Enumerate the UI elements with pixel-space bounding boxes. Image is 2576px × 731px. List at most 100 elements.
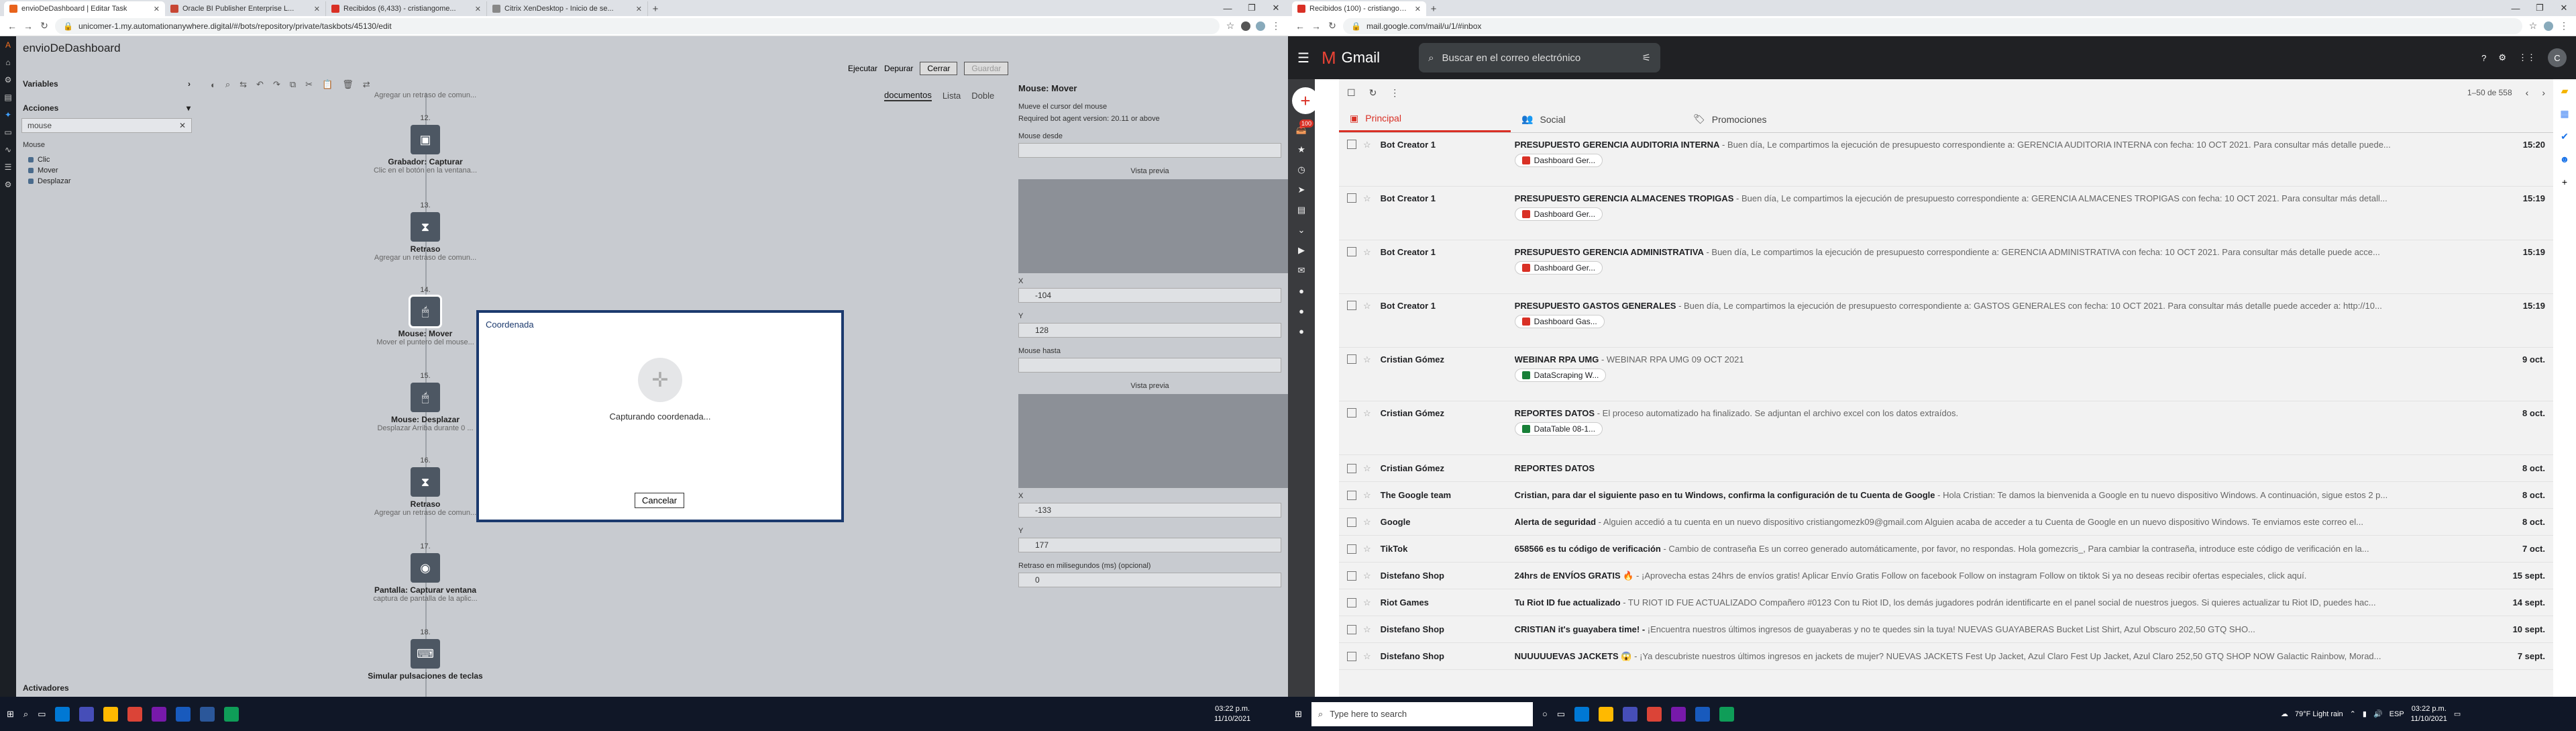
tasks-icon[interactable]: ✔ [2553,125,2576,148]
home-icon[interactable]: ⌂ [0,54,16,71]
email-row[interactable]: ☆ Bot Creator 1 PRESUPUESTO GERENCIA ADMIN… [1339,240,2553,294]
email-row[interactable]: ☆ The Google team Cristian, para dar el si… [1339,482,2553,509]
y2-field[interactable]: 177 [1018,538,1281,552]
row-checkbox[interactable] [1347,517,1356,527]
attachment-chip[interactable]: Dashboard Ger... [1514,154,1603,167]
notifications-icon[interactable]: ▭ [2454,710,2461,718]
y-field[interactable]: 128 [1018,323,1281,338]
aa-logo-icon[interactable]: A [0,36,16,54]
volume-icon[interactable]: 🔊 [2373,710,2383,718]
contacts-icon[interactable]: ☻ [2553,148,2576,170]
compose-button[interactable]: + [1292,87,1319,114]
email-row[interactable]: ☆ TikTok 658566 es tu código de verificaci… [1339,536,2553,563]
row-checkbox[interactable] [1347,193,1356,203]
flow-node-18[interactable]: 18. ⌨ Simular pulsaciones de teclas [365,628,486,681]
more-icon[interactable]: ⌄ [1288,220,1315,240]
close-icon[interactable]: ✕ [154,5,160,13]
outlook-icon[interactable] [55,706,70,722]
bots-icon[interactable]: ⚙ [0,71,16,89]
url-field[interactable]: 🔒 mail.google.com/mail/u/1/#inbox [1343,17,2522,34]
flow-node-14[interactable]: 14. 🖱 Mouse: Mover Mover el puntero del mou… [365,286,486,346]
teams-icon[interactable] [79,706,95,722]
word-icon[interactable] [1695,706,1711,722]
tab-gmail[interactable]: Recibidos (6,433) - cristiangome... ✕ [326,1,487,16]
task-view-icon[interactable]: ▭ [38,709,46,720]
prev-page-icon[interactable]: ‹ [2526,87,2529,98]
url-field[interactable]: 🔒 unicomer-1.my.automationanywhere.digita… [55,17,1220,34]
star-icon[interactable]: ☆ [1363,571,1371,581]
back-icon[interactable]: ← [1295,21,1305,32]
drafts-icon[interactable]: ▤ [1288,200,1315,220]
redo-icon[interactable]: ↷ [273,79,280,90]
automation-icon[interactable]: ✦ [0,106,16,124]
network-icon[interactable]: ▮ [2363,710,2367,718]
actions-search-input[interactable]: mouse ✕ [21,118,192,133]
extension-icon[interactable] [1241,21,1250,31]
from-window-field[interactable] [1018,143,1281,158]
star-icon[interactable]: ☆ [1363,408,1371,419]
task-view-icon[interactable]: ▭ [1557,709,1565,720]
reload-icon[interactable]: ↻ [1327,20,1338,32]
meet-icon[interactable]: ▶ [1288,240,1315,260]
row-checkbox[interactable] [1347,544,1356,554]
star-icon[interactable]: ☆ [2528,20,2538,32]
more-options-icon[interactable]: ⋮ [1390,87,1399,99]
menu-icon[interactable]: ⋮ [1271,20,1281,32]
maximize-icon[interactable]: ❐ [2528,0,2552,16]
tab-citrix[interactable]: Citrix XenDesktop - Inicio de se... ✕ [487,1,648,16]
main-menu-icon[interactable]: ☰ [1297,50,1309,66]
view-icon[interactable]: ◐ [211,80,216,90]
explorer-icon[interactable] [103,706,119,722]
close-window-icon[interactable]: ✕ [1264,0,1288,16]
help-icon[interactable]: ? [2481,53,2486,63]
attachment-chip[interactable]: Dashboard Ger... [1514,207,1603,221]
sent-icon[interactable]: ➤ [1288,180,1315,200]
devices-icon[interactable]: ▭ [0,124,16,141]
actions-section[interactable]: Acciones ▾ [16,101,197,115]
star-icon[interactable]: ☆ [1363,624,1371,635]
action-scroll[interactable]: Desplazar [16,176,197,187]
contact-avatar[interactable]: ● [1288,281,1315,301]
forward-icon[interactable]: → [23,21,34,32]
star-icon[interactable]: ☆ [1363,301,1371,311]
onenote-icon[interactable] [1671,706,1686,722]
next-page-icon[interactable]: › [2542,87,2545,98]
attachment-chip[interactable]: Dashboard Ger... [1514,261,1603,275]
run-button[interactable]: Ejecutar [848,64,877,73]
select-all-checkbox[interactable]: ☐ [1347,87,1356,99]
add-addon-icon[interactable]: + [2553,170,2576,193]
reload-icon[interactable]: ↻ [39,20,50,32]
star-icon[interactable]: ☆ [1363,463,1371,474]
x-field[interactable]: -104 [1018,288,1281,303]
cortana-icon[interactable]: ○ [1542,709,1548,719]
action-move[interactable]: Mover [16,165,197,176]
star-icon[interactable]: ☆ [1363,544,1371,554]
word-icon[interactable] [176,706,191,722]
pulse-icon[interactable]: ∿ [0,141,16,158]
mouse-group[interactable]: Mouse [16,136,197,154]
close-window-icon[interactable]: ✕ [2552,0,2576,16]
activity-icon[interactable]: ▤ [0,89,16,106]
close-button[interactable]: Cerrar [920,62,958,75]
app-icon[interactable] [1719,706,1735,722]
calendar-icon[interactable]: ▦ [2553,102,2576,125]
start-icon[interactable]: ⊞ [1295,709,1302,720]
chat-icon[interactable]: ✉ [1288,260,1315,281]
tab-social[interactable]: 👥 Social [1511,106,1682,132]
tab-gmail-inbox[interactable]: Recibidos (100) - cristiangomez... ✕ [1292,1,1426,16]
snoozed-icon[interactable]: ◷ [1288,160,1315,180]
row-checkbox[interactable] [1347,651,1356,661]
email-row[interactable]: ☆ Distefano Shop 24hrs de ENVÍOS GRATIS 🔥 … [1339,563,2553,589]
new-tab-button[interactable]: + [1426,1,1441,16]
mail-search-input[interactable]: ⌕ Buscar en el correo electrónico ⚟ [1419,43,1661,72]
row-checkbox[interactable] [1347,140,1356,149]
row-checkbox[interactable] [1347,301,1356,310]
app-icon[interactable] [224,706,239,722]
keep-icon[interactable]: ▰ [2553,79,2576,102]
activators-section[interactable]: Activadores [16,681,197,695]
tab-primary[interactable]: ▣ Principal [1339,106,1511,132]
clear-icon[interactable]: ✕ [179,121,186,130]
flow-node-11[interactable]: Agregar un retraso de comun... [365,91,486,99]
email-row[interactable]: ☆ Google Alerta de seguridad - Alguien acc… [1339,509,2553,536]
contact-avatar[interactable]: ● [1288,321,1315,341]
